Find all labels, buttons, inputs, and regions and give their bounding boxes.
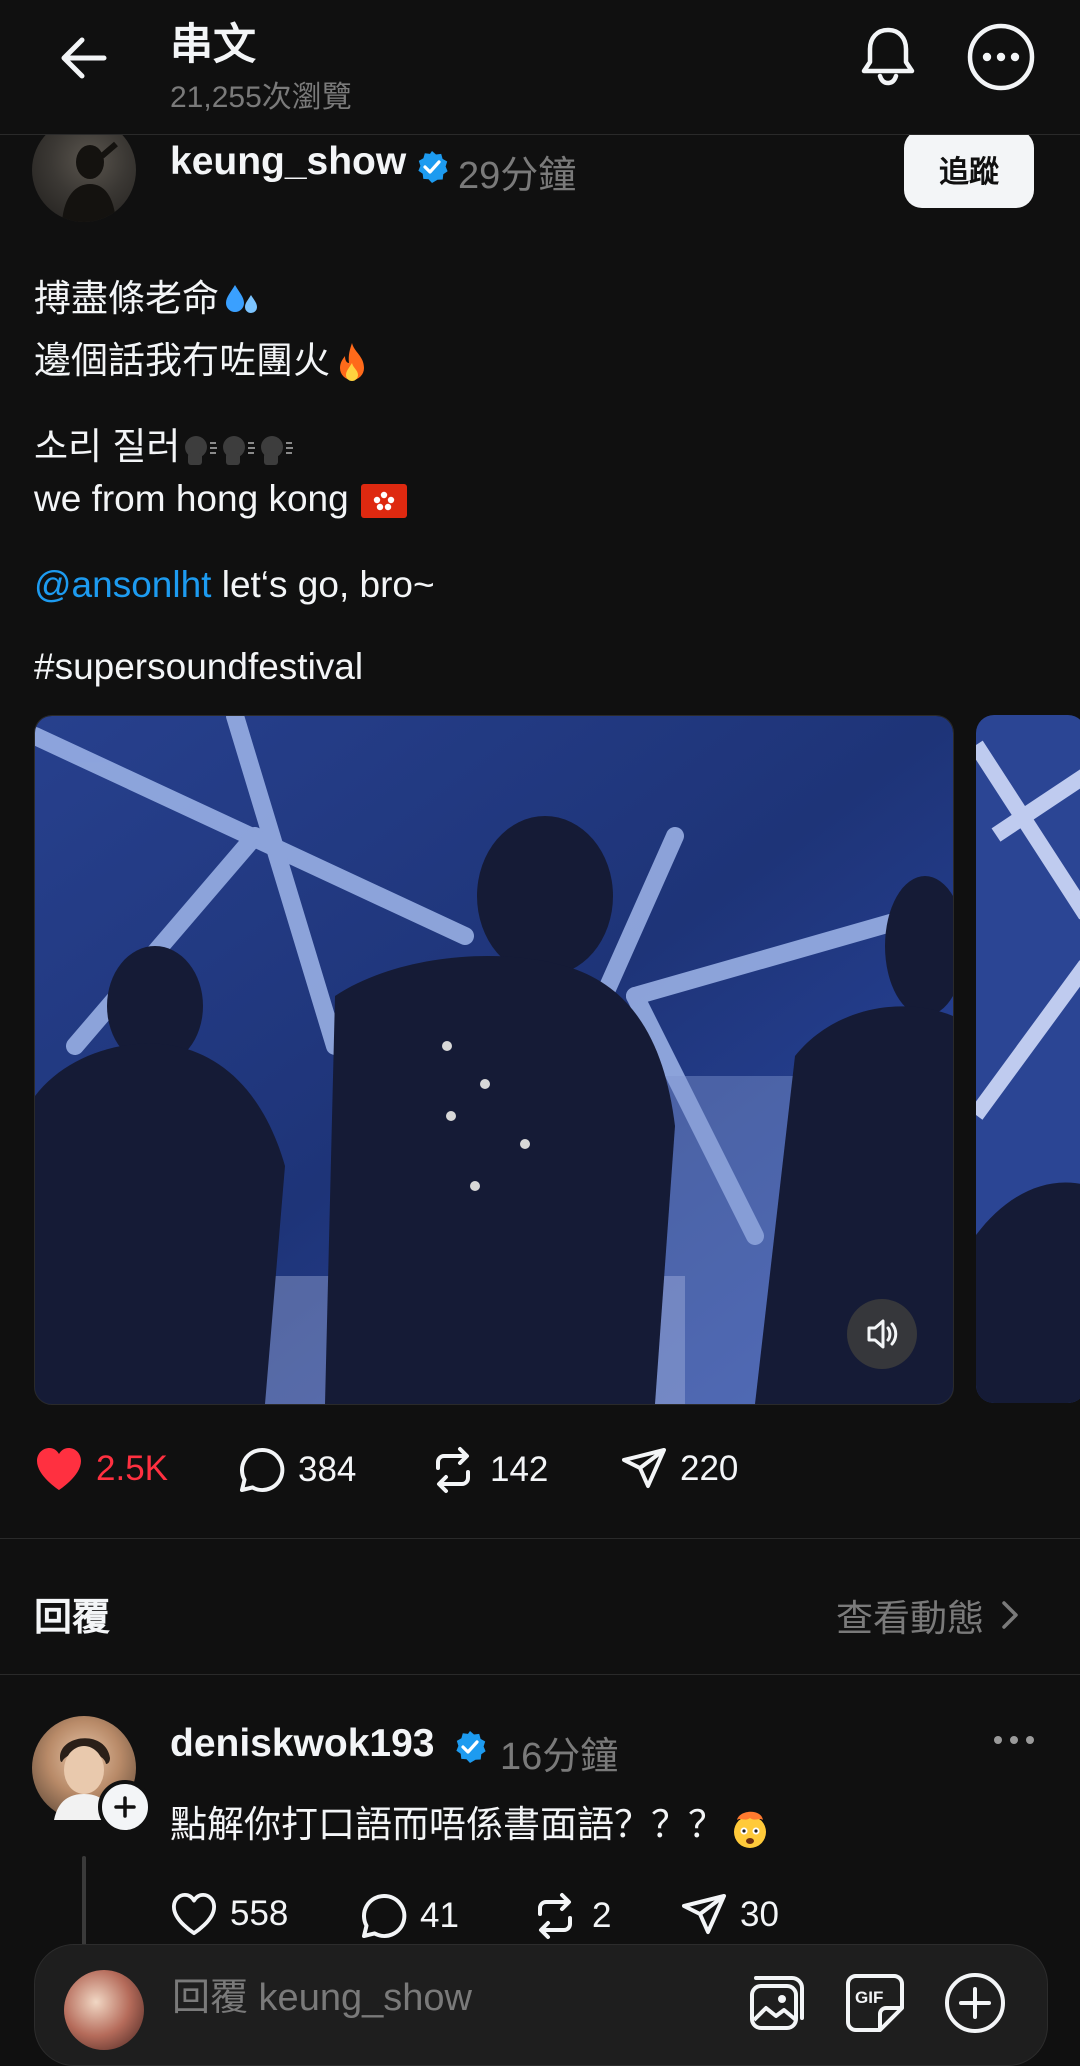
replies-heading: 回覆 <box>34 1597 111 1639</box>
next-media-preview[interactable] <box>976 715 1080 1403</box>
post-line-5-text: let‘s go, bro~ <box>221 564 435 605</box>
post-text-line-3: 소리 질러 <box>34 416 300 470</box>
more-dots-icon <box>994 1736 1034 1744</box>
page-title: 串文 <box>170 21 256 69</box>
view-activity-label: 查看動態 <box>836 1598 984 1639</box>
plus-icon <box>114 1796 136 1818</box>
more-circle-icon <box>967 23 1035 91</box>
post-line-3-text: 소리 질러 <box>34 426 181 467</box>
add-attachment-button[interactable] <box>942 1970 1008 2036</box>
heart-filled-icon <box>37 1448 81 1490</box>
more-options-button[interactable] <box>966 22 1036 92</box>
comment-bubble-icon <box>361 1893 407 1938</box>
reply-author-username[interactable]: deniskwok193 <box>170 1722 434 1766</box>
like-count: 2.5K <box>96 1449 168 1488</box>
speaking-head-emoji <box>182 429 300 469</box>
plus-circle-icon <box>945 1973 1005 2033</box>
post-line-4-text: we from hong kong <box>34 478 349 519</box>
speaker-icon <box>867 1319 898 1349</box>
comment-count: 384 <box>298 1450 357 1489</box>
mute-toggle-button[interactable] <box>847 1299 917 1369</box>
reply-timestamp: 16分鐘 <box>500 1736 619 1778</box>
post-text-line-5: @ansonlht let‘s go, bro~ <box>34 564 435 606</box>
reply-more-options-button[interactable] <box>990 1730 1038 1750</box>
current-user-avatar <box>64 1970 144 2050</box>
reply-text: 點解你打口語而唔係書面語？？？ <box>170 1794 773 1850</box>
sweat-droplets-emoji <box>221 281 261 321</box>
post-line-2-text: 邊個話我冇咗團火 <box>34 340 330 381</box>
reply-share-count: 30 <box>740 1895 779 1934</box>
reply-comment-button[interactable]: 41 <box>360 1892 459 1940</box>
heart-outline-icon <box>172 1892 216 1936</box>
svg-text:GIF: GIF <box>855 1988 883 2007</box>
comment-button[interactable]: 384 <box>238 1446 356 1494</box>
follow-button[interactable]: 追蹤 <box>904 130 1034 208</box>
divider <box>0 1538 1080 1539</box>
attach-gif-button[interactable]: GIF <box>842 1970 908 2036</box>
back-button[interactable] <box>52 26 116 90</box>
hashtag-link[interactable]: #supersoundfestival <box>34 646 363 688</box>
attach-image-button[interactable] <box>742 1970 808 2036</box>
share-count: 220 <box>680 1449 739 1488</box>
next-media-image <box>976 715 1080 1403</box>
divider <box>0 1674 1080 1675</box>
video-frame-image <box>35 716 953 1404</box>
repost-icon <box>436 1447 470 1493</box>
video-player[interactable] <box>34 715 954 1405</box>
notifications-button[interactable] <box>856 22 920 90</box>
post-line-1-text: 搏盡條老命 <box>34 278 219 319</box>
back-arrow-icon <box>61 37 107 79</box>
repost-count: 142 <box>490 1450 549 1489</box>
verified-badge-icon <box>452 1729 488 1765</box>
view-activity-link[interactable]: 查看動態 <box>836 1588 1024 1642</box>
exploding-head-emoji <box>727 1804 773 1850</box>
follow-reply-author-button[interactable] <box>98 1780 152 1834</box>
reply-comment-count: 41 <box>420 1896 459 1935</box>
reply-repost-count: 2 <box>592 1896 612 1935</box>
view-count: 21,255次瀏覽 <box>170 81 352 114</box>
repost-button[interactable]: 142 <box>428 1446 548 1494</box>
author-username[interactable]: keung_show <box>170 140 406 184</box>
post-text-line-1: 搏盡條老命 <box>34 268 261 322</box>
comment-bubble-icon <box>239 1447 285 1492</box>
chevron-right-icon <box>1002 1601 1018 1629</box>
verified-badge-icon <box>414 149 450 185</box>
share-button[interactable]: 220 <box>620 1446 738 1492</box>
bell-icon <box>861 27 915 86</box>
like-button[interactable]: 2.5K <box>34 1446 168 1492</box>
post-timestamp: 29分鐘 <box>458 155 577 197</box>
image-icon <box>750 1976 804 2030</box>
hong-kong-flag-emoji <box>360 484 407 519</box>
reply-text-content: 點解你打口語而唔係書面語？？？ <box>170 1804 725 1845</box>
reply-like-count: 558 <box>230 1894 289 1933</box>
reply-repost-button[interactable]: 2 <box>530 1892 611 1940</box>
top-bar: 串文 21,255次瀏覽 <box>0 0 1080 135</box>
fire-emoji <box>332 341 372 385</box>
reply-share-button[interactable]: 30 <box>680 1892 779 1938</box>
reply-like-button[interactable]: 558 <box>170 1892 288 1936</box>
mention-link[interactable]: @ansonlht <box>34 564 211 605</box>
repost-icon <box>538 1893 572 1939</box>
send-icon <box>622 1448 666 1488</box>
gif-icon: GIF <box>846 1974 904 2032</box>
reply-input[interactable] <box>170 1976 734 2021</box>
send-icon <box>682 1894 726 1934</box>
post-text-line-2: 邊個話我冇咗團火 <box>34 330 372 385</box>
post-text-line-4: we from hong kong <box>34 478 407 520</box>
